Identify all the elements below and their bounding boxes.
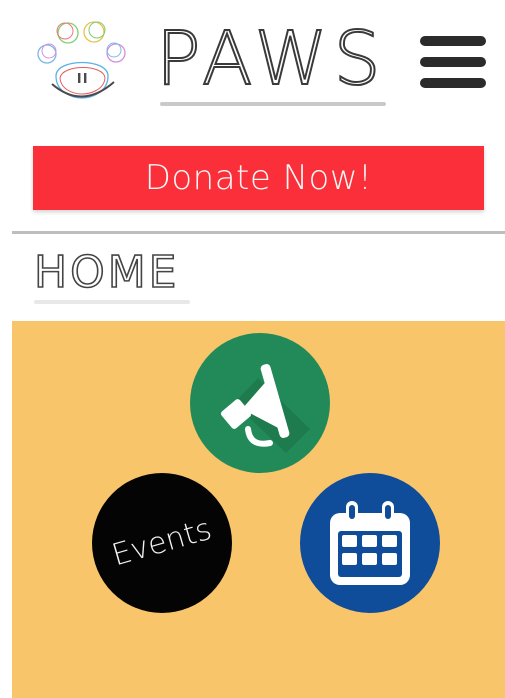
calendar-button[interactable] xyxy=(300,473,440,613)
menu-bar-top xyxy=(420,36,486,46)
donate-now-button[interactable]: Donate Now! xyxy=(33,146,484,210)
app-screen: PAWS Donate Now! HOME Events xyxy=(0,0,505,698)
header: PAWS xyxy=(0,0,505,120)
announcements-button[interactable] xyxy=(190,333,330,473)
menu-bar-bottom xyxy=(420,78,486,88)
page-title: HOME xyxy=(33,247,180,299)
paw-logo-icon[interactable] xyxy=(34,18,130,108)
megaphone-icon xyxy=(220,364,310,453)
events-label: Events xyxy=(108,511,216,574)
header-divider xyxy=(12,231,505,234)
menu-bar-middle xyxy=(420,57,486,67)
calendar-icon xyxy=(330,501,410,585)
shortcuts-panel: Events xyxy=(12,321,505,698)
brand-name: PAWS xyxy=(155,16,387,102)
brand-underline xyxy=(160,102,386,106)
page-title-underline xyxy=(34,300,190,304)
hamburger-menu-icon[interactable] xyxy=(420,36,486,88)
events-button[interactable]: Events xyxy=(92,473,232,613)
brand-logo[interactable]: PAWS xyxy=(155,16,392,106)
